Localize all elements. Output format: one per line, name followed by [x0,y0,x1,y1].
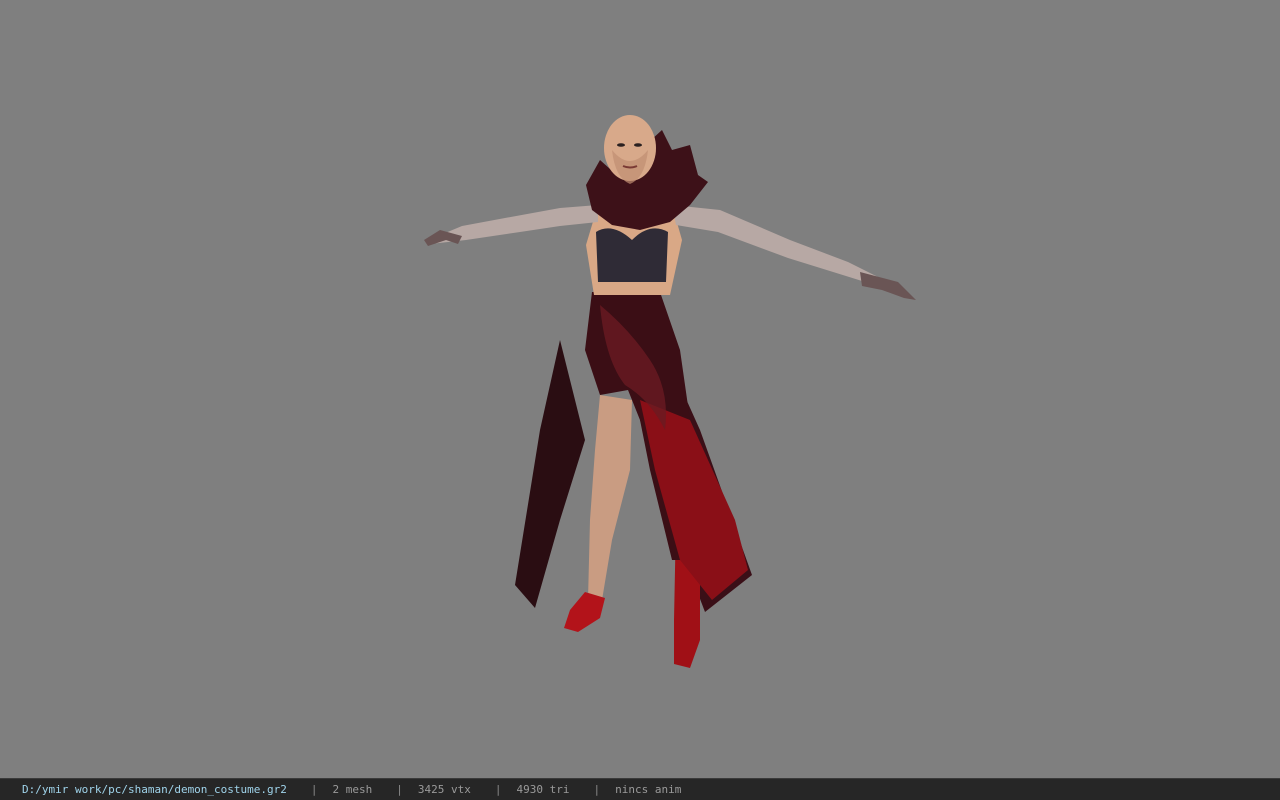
mesh-count: 2 mesh [332,783,373,796]
triangle-count: 4930 tri [516,783,570,796]
eye-right [634,143,642,147]
3d-viewport[interactable] [0,0,1280,778]
file-path: D:/ymir work/pc/shaman/demon_costume.gr2 [22,783,287,796]
status-bar: D:/ymir work/pc/shaman/demon_costume.gr2… [0,778,1280,800]
eye-left [617,143,625,147]
separator: | [494,783,502,796]
dress-red-panel [640,400,748,600]
animation-status: nincs anim [615,783,682,796]
arm-right [672,205,880,286]
robe-back-left [515,340,585,608]
separator: | [396,783,403,796]
vertex-count: 3425 vtx [417,783,471,796]
separator: | [310,783,318,796]
character-model [424,115,916,668]
separator: | [593,783,601,796]
hand-right [860,272,916,300]
shoe-left [564,592,605,632]
leg-left [588,395,632,600]
